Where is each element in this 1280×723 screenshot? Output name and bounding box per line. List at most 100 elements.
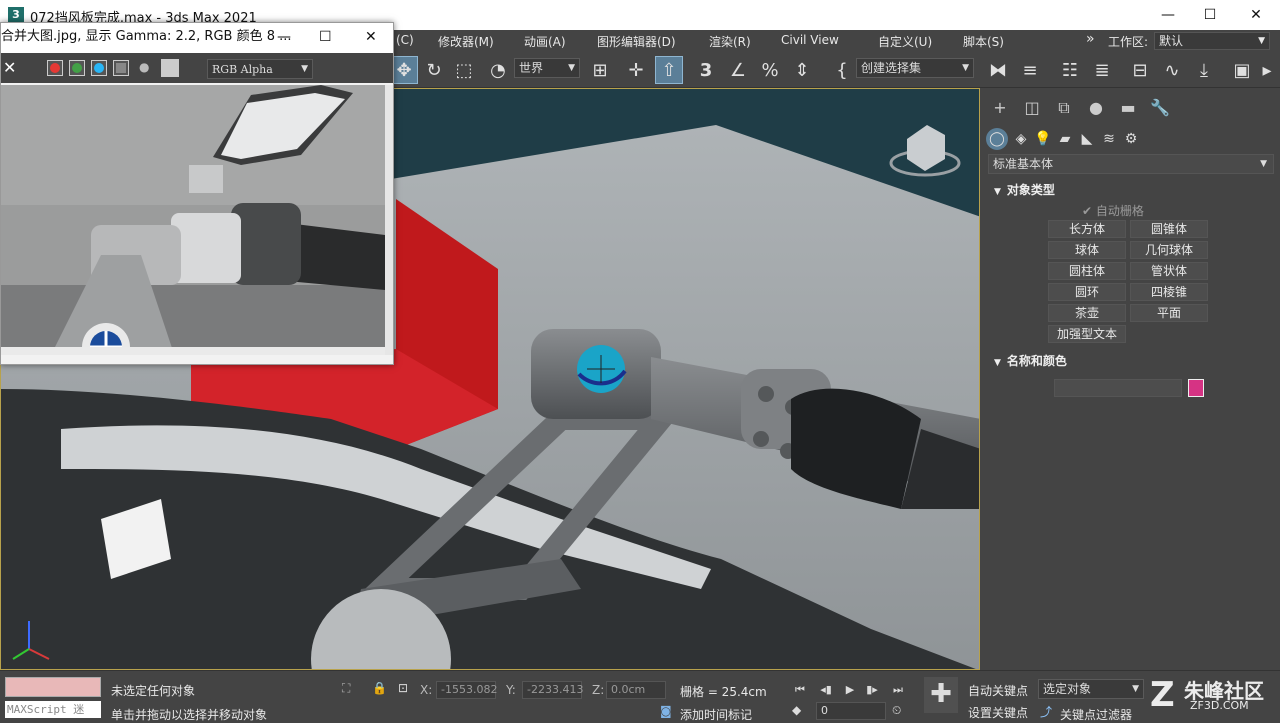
geosphere-button[interactable]: 几何球体 [1130, 241, 1208, 259]
helpers-icon[interactable]: ◣ [1076, 128, 1098, 150]
maximize-button[interactable]: ☐ [1190, 4, 1230, 26]
fb-vertical-scrollbar[interactable] [385, 85, 393, 355]
fb-close-button[interactable]: ✕ [365, 23, 377, 51]
current-frame-field[interactable]: 0 [816, 702, 886, 720]
reference-coord-dropdown[interactable]: 世界 ▼ [514, 58, 580, 78]
key-filters-button[interactable]: 关键点过滤器 [1060, 706, 1132, 723]
spacewarps-icon[interactable]: ≋ [1098, 128, 1120, 150]
geometry-icon[interactable]: ◯ [986, 128, 1008, 150]
named-selection-dropdown[interactable]: 创建选择集 ▼ [856, 58, 974, 78]
green-channel-toggle[interactable] [69, 60, 85, 76]
swatch-icon[interactable] [161, 59, 179, 77]
isolate-icon[interactable]: ⛶ [342, 681, 350, 696]
keyboard-shortcut-override-icon[interactable]: ⇧ [655, 56, 683, 84]
box-button[interactable]: 长方体 [1048, 220, 1126, 238]
rollout-name-color[interactable]: ▼ 名称和颜色 [990, 351, 1274, 371]
sphere-button[interactable]: 球体 [1048, 241, 1126, 259]
menu-animation[interactable]: 动画(A) [524, 33, 566, 50]
key-selection-dropdown[interactable]: 选定对象 ▼ [1038, 679, 1144, 699]
display-tab-icon[interactable]: ▬ [1116, 98, 1140, 120]
pivot-icon[interactable]: ⊞ [586, 56, 614, 84]
object-color-swatch[interactable] [1188, 379, 1204, 397]
scene-explorer-icon[interactable]: ☷ [1056, 56, 1084, 84]
channel-dropdown[interactable]: RGB Alpha ▼ [207, 59, 313, 79]
auto-key-button[interactable]: 自动关键点 [968, 682, 1028, 699]
utilities-tab-icon[interactable]: 🔧 [1148, 98, 1172, 120]
workspace-dropdown[interactable]: 默认 ▼ [1154, 32, 1270, 50]
pyramid-button[interactable]: 四棱锥 [1130, 283, 1208, 301]
lock-icon[interactable]: 🔒 [372, 681, 387, 695]
plane-button[interactable]: 平面 [1130, 304, 1208, 322]
angle-snap-icon[interactable]: ∠ [724, 56, 752, 84]
minimize-button[interactable]: — [1148, 4, 1188, 26]
fb-maximize-button[interactable]: ☐ [319, 23, 332, 51]
frame-buffer-window[interactable]: 合并大图.jpg, 显示 Gamma: 2.2, RGB 颜色 8 ... — … [0, 22, 394, 365]
menu-customize[interactable]: 自定义(U) [878, 33, 932, 50]
menu-scripting[interactable]: 脚本(S) [963, 33, 1004, 50]
maxscript-mini-listener[interactable]: MAXScript 迷 [5, 701, 101, 718]
x-coordinate-field[interactable]: -1553.082 [436, 681, 497, 699]
menu-graph-editors[interactable]: 图形编辑器(D) [597, 33, 676, 50]
curve-editor-icon[interactable]: ∿ [1158, 56, 1186, 84]
ribbon-icon[interactable]: ⊟ [1126, 56, 1154, 84]
category-dropdown[interactable]: 标准基本体 ▼ [988, 154, 1274, 174]
maxscript-listener-pink[interactable] [5, 677, 101, 697]
mirror-icon[interactable]: ⧓ [984, 56, 1012, 84]
set-key-icon[interactable]: ✚ [924, 677, 958, 713]
move-icon[interactable]: ✥ [390, 56, 418, 84]
play-icon[interactable]: ▶ [840, 681, 860, 699]
fb-minimize-button[interactable]: — [277, 23, 291, 51]
render-icon[interactable]: ▸ [1256, 56, 1278, 84]
menu-create[interactable]: (C) [396, 33, 414, 47]
z-coordinate-field[interactable]: 0.0cm [606, 681, 666, 699]
alpha-channel-toggle[interactable] [113, 60, 129, 76]
absolute-mode-icon[interactable]: ⊡ [398, 681, 408, 695]
render-setup-icon[interactable]: ▣ [1228, 56, 1256, 84]
menu-overflow-icon[interactable]: » [1086, 31, 1095, 47]
select-manipulate-icon[interactable]: ✛ [622, 56, 650, 84]
close-button[interactable]: ✕ [1236, 4, 1276, 26]
percent-snap-icon[interactable]: % [756, 56, 784, 84]
cone-button[interactable]: 圆锥体 [1130, 220, 1208, 238]
object-name-field[interactable] [1054, 379, 1182, 397]
key-mode-icon[interactable]: ◆ [792, 703, 801, 717]
edit-named-selection-icon[interactable]: { [828, 56, 856, 84]
time-config-icon[interactable]: ⏲ [892, 703, 901, 718]
align-icon[interactable]: ≡ [1016, 56, 1044, 84]
menu-civil-view[interactable]: Civil View [781, 33, 839, 47]
menu-rendering[interactable]: 渲染(R) [709, 33, 751, 50]
auto-grid-checkbox[interactable]: ✔ 自动栅格 [1082, 202, 1144, 219]
teapot-button[interactable]: 茶壶 [1048, 304, 1126, 322]
shapes-icon[interactable]: ◈ [1010, 128, 1032, 150]
tube-button[interactable]: 管状体 [1130, 262, 1208, 280]
motion-tab-icon[interactable]: ● [1084, 98, 1108, 120]
systems-icon[interactable]: ⚙ [1120, 128, 1142, 150]
lights-icon[interactable]: 💡 [1032, 128, 1054, 150]
scale-icon[interactable]: ⬚ [450, 56, 478, 84]
schematic-icon[interactable]: ⤓ [1190, 56, 1218, 84]
goto-end-icon[interactable]: ⏭ [888, 681, 908, 699]
red-channel-toggle[interactable] [47, 60, 63, 76]
snap-3-icon[interactable]: 3 [692, 56, 720, 84]
menu-modifiers[interactable]: 修改器(M) [438, 33, 494, 50]
text-plus-button[interactable]: 加强型文本 [1048, 325, 1126, 343]
blue-channel-toggle[interactable] [91, 60, 107, 76]
mono-icon[interactable]: ● [139, 60, 149, 74]
layers-icon[interactable]: ≣ [1088, 56, 1116, 84]
y-coordinate-field[interactable]: -2233.413 [522, 681, 583, 699]
modify-tab-icon[interactable]: ◫ [1020, 98, 1044, 120]
select-region-icon[interactable]: ◔ [484, 56, 512, 84]
set-key-button[interactable]: 设置关键点 [968, 704, 1028, 721]
cylinder-button[interactable]: 圆柱体 [1048, 262, 1126, 280]
cameras-icon[interactable]: ▰ [1054, 128, 1076, 150]
clear-icon[interactable]: ✕ [3, 58, 16, 77]
next-frame-icon[interactable]: ▮▸ [862, 681, 882, 699]
spinner-snap-icon[interactable]: ⇕ [788, 56, 816, 84]
rollout-object-type[interactable]: ▼ 对象类型 [990, 180, 1274, 200]
create-tab-icon[interactable]: + [988, 98, 1012, 120]
rotate-icon[interactable]: ↻ [420, 56, 448, 84]
hierarchy-tab-icon[interactable]: ⧉ [1052, 98, 1076, 120]
torus-button[interactable]: 圆环 [1048, 283, 1126, 301]
add-time-tag[interactable]: 添加时间标记 [680, 706, 752, 723]
previous-frame-icon[interactable]: ◂▮ [816, 681, 836, 699]
